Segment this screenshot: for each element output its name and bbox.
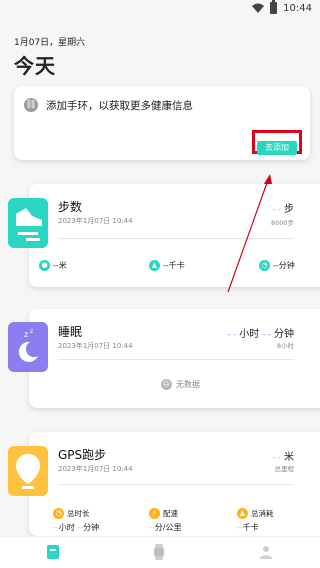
sad-face-icon: ☹ (161, 379, 172, 390)
wifi-icon (252, 3, 265, 13)
gps-value-dash: - - (272, 453, 281, 462)
location-icon: ● (39, 260, 50, 271)
data-card-icon[interactable] (44, 543, 62, 561)
divider (58, 238, 294, 239)
add-device-button[interactable]: 去添加 (257, 141, 297, 155)
moon-icon: z z (8, 322, 48, 372)
gps-calories-value: --千卡 (237, 522, 274, 533)
status-time: 10:44 (283, 2, 312, 14)
sleep-goal: 8小时 (276, 342, 294, 350)
steps-value-dash: - - (272, 205, 281, 214)
watch-icon[interactable] (150, 543, 168, 561)
gps-pace: ⚡ 配速 --分/公里 (149, 508, 181, 533)
sleep-minutes-unit: 分钟 (274, 329, 294, 340)
add-button-highlight: 去添加 (252, 130, 302, 155)
sleep-minutes-dash: - - (262, 330, 271, 339)
gps-calories: ▲ 总消耗 --千卡 (237, 508, 274, 533)
svg-text:z: z (30, 328, 33, 335)
sleep-empty-state: ☹ 无数据 (29, 379, 320, 390)
battery-icon (270, 0, 278, 14)
gps-duration-hours-unit: 小时 (58, 523, 75, 532)
sleep-title: 睡眠 (58, 325, 83, 339)
gps-duration: ◔ 总时长 --小时 --分钟 (53, 508, 99, 533)
gps-duration-value: --小时 --分钟 (53, 522, 99, 533)
gps-duration-label: 总时长 (67, 509, 90, 518)
gps-pace-unit: 分/公里 (154, 523, 182, 532)
page-title: 今天 (14, 54, 56, 78)
steps-duration: ◔ --分钟 (259, 260, 295, 271)
gps-card[interactable]: GPS跑步 2023年1月07日 10:44 - - 米 总里程 ◔ 总时长 -… (29, 432, 320, 536)
svg-text:z: z (24, 330, 28, 339)
clock-icon: ◔ (259, 260, 270, 271)
add-device-card[interactable]: ⛓ 添加手环，以获取更多健康信息 去添加 (14, 86, 310, 160)
steps-value: - - 步 (272, 200, 294, 215)
add-device-text: 添加手环，以获取更多健康信息 (46, 100, 193, 112)
steps-duration-value: --分钟 (273, 261, 295, 270)
steps-value-unit: 步 (284, 204, 294, 215)
gps-pace-value: --分/公里 (149, 522, 181, 533)
gps-title: GPS跑步 (58, 448, 107, 462)
sleep-card[interactable]: 睡眠 2023年1月07日 10:44 - - 小时 - - 分钟 8小时 ☹ … (29, 309, 320, 408)
sleep-hours-dash: - - (227, 330, 237, 339)
location-pin-icon (8, 446, 48, 496)
tab-bar (0, 536, 320, 568)
flame-icon: ▲ (149, 260, 160, 271)
gps-pace-label: 配速 (163, 509, 178, 518)
steps-calories: ▲ --千卡 (149, 260, 185, 271)
speed-icon: ⚡ (149, 508, 160, 519)
person-icon[interactable] (257, 543, 275, 561)
gps-sub: 总里程 (274, 465, 295, 473)
steps-date: 2023年1月07日 10:44 (58, 217, 133, 225)
sleep-hours-unit: 小时 (239, 329, 260, 340)
steps-distance-value: --米 (53, 261, 67, 270)
steps-calories-value: --千卡 (163, 261, 185, 270)
shoe-icon (8, 198, 48, 248)
status-icons: 10:44 (252, 0, 312, 14)
gps-value-unit: 米 (284, 452, 294, 463)
sleep-value: - - 小时 - - 分钟 (228, 325, 294, 340)
steps-card[interactable]: 步数 2023年1月07日 10:44 - - 步 8000步 ● --米 ▲ … (29, 184, 320, 287)
divider (58, 359, 294, 360)
steps-distance: ● --米 (39, 260, 67, 271)
sleep-date: 2023年1月07日 10:44 (58, 342, 133, 350)
steps-title: 步数 (58, 200, 83, 214)
gps-calories-label: 总消耗 (251, 509, 274, 518)
gps-value: - - 米 (272, 448, 294, 463)
steps-goal: 8000步 (270, 219, 294, 227)
clock-icon: ◔ (53, 508, 64, 519)
gps-duration-minutes-unit: 分钟 (83, 523, 100, 532)
divider (58, 484, 294, 485)
flame-icon: ▲ (237, 508, 248, 519)
link-icon: ⛓ (24, 98, 38, 112)
date-label: 1月07日，星期六 (14, 38, 86, 48)
gps-date: 2023年1月07日 10:44 (58, 465, 133, 473)
sleep-empty-text: 无数据 (176, 380, 200, 389)
gps-calories-unit: 千卡 (242, 523, 259, 532)
